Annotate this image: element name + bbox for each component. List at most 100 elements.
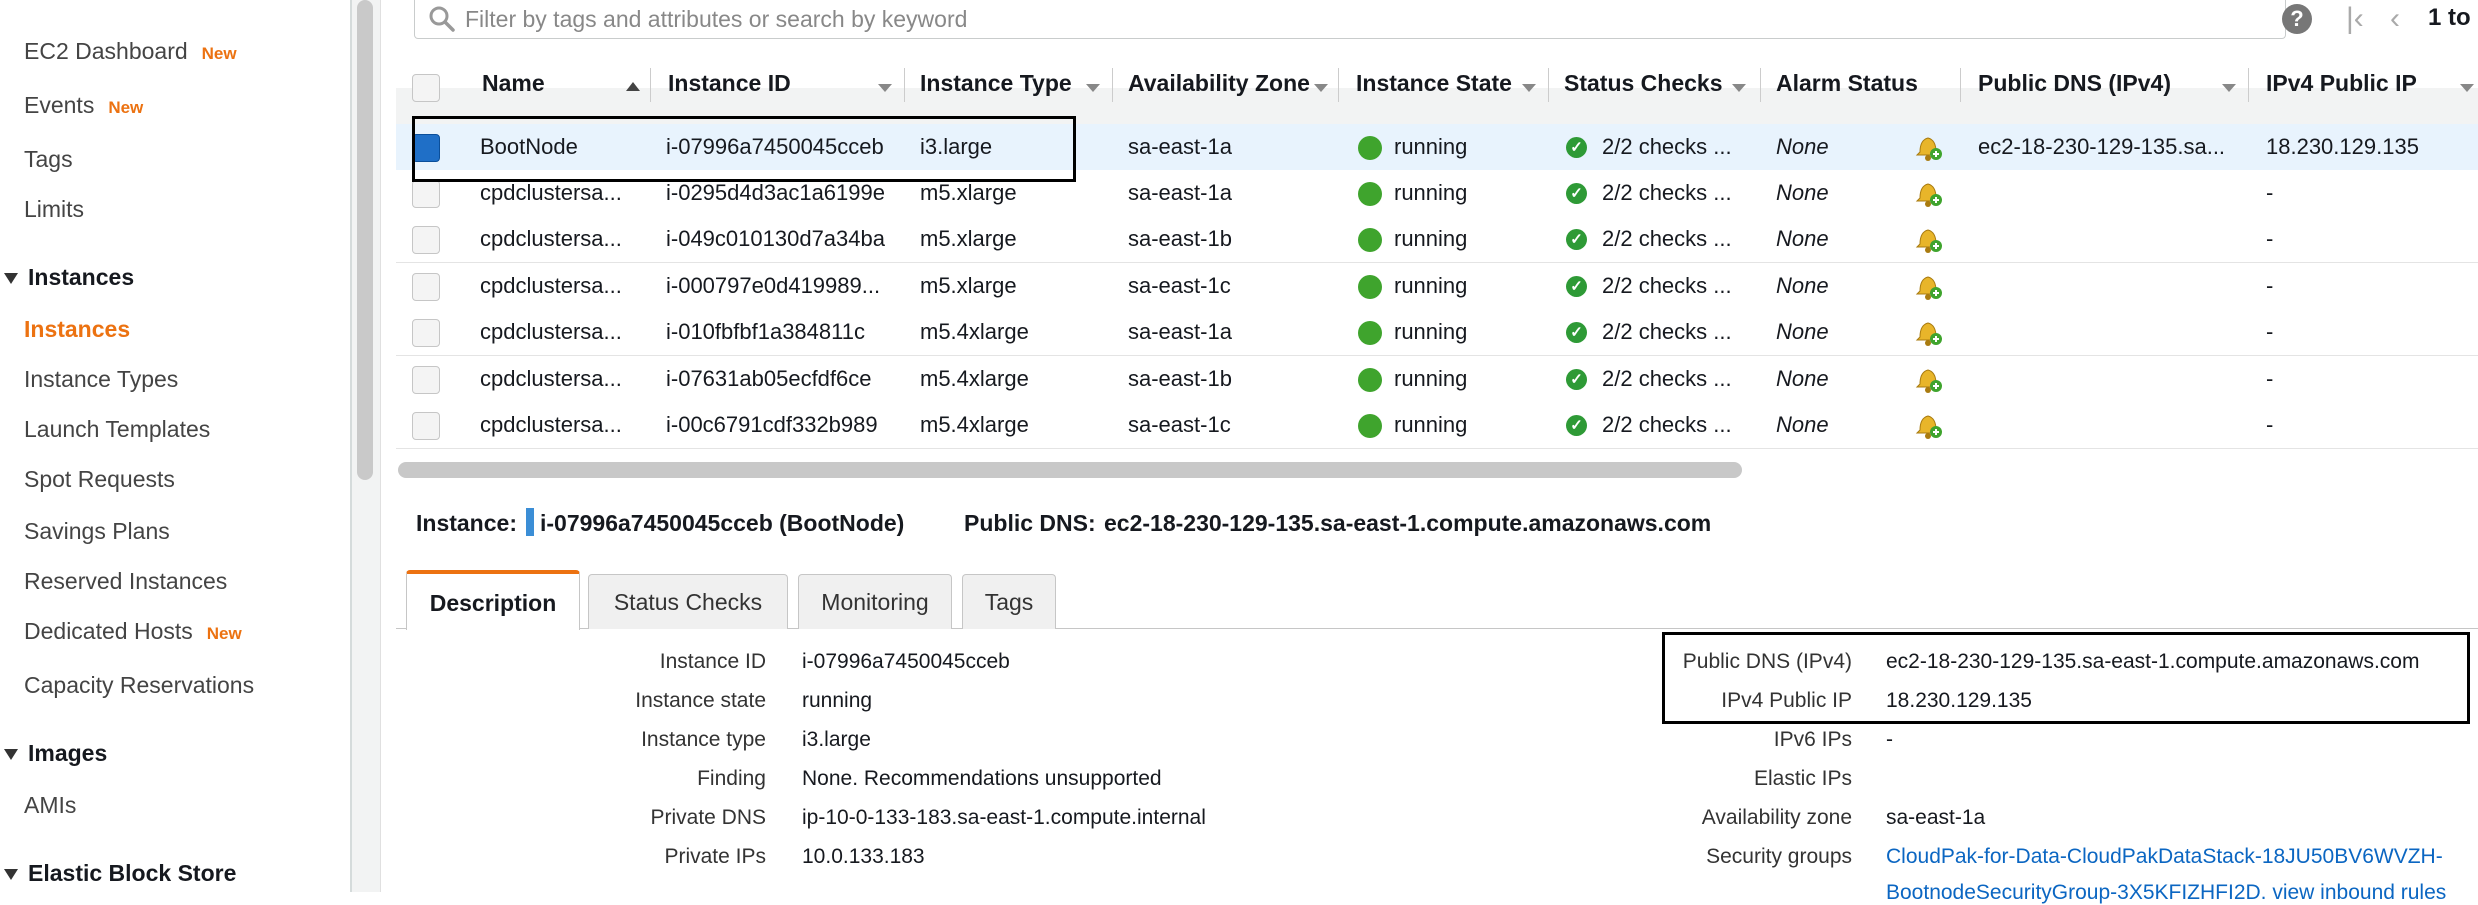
sort-icon[interactable] — [878, 84, 892, 92]
cell-availability-zone: sa-east-1b — [1128, 226, 1232, 251]
field-value: ip-10-0-133-183.sa-east-1.compute.intern… — [802, 806, 1206, 829]
sidebar-item-amis[interactable]: AMIs — [24, 792, 76, 819]
sort-icon[interactable] — [1732, 84, 1746, 92]
column-header-public-dns[interactable]: Public DNS (IPv4) — [1978, 70, 2171, 97]
cell-name: cpdclustersa... — [480, 412, 622, 437]
sidebar-item-instances[interactable]: Instances — [24, 316, 130, 343]
select-all-checkbox[interactable] — [412, 74, 440, 102]
column-header-status-checks[interactable]: Status Checks — [1564, 70, 1723, 97]
collapse-triangle-icon — [4, 749, 18, 761]
tab-status-checks[interactable]: Status Checks — [588, 574, 788, 629]
sidebar-item-instance-types[interactable]: Instance Types — [24, 366, 178, 393]
column-header-alarm-status[interactable]: Alarm Status — [1776, 70, 1918, 97]
row-checkbox[interactable] — [412, 180, 440, 208]
cell-status-checks[interactable]: 2/2 checks ... — [1602, 273, 1732, 299]
alarm-bell-icon[interactable] — [1914, 132, 1942, 162]
check-passed-icon: ✓ — [1566, 322, 1587, 343]
cell-instance-state: running — [1394, 273, 1468, 298]
column-header-instance-type[interactable]: Instance Type — [920, 70, 1072, 97]
sort-icon[interactable] — [1522, 84, 1536, 92]
alarm-bell-icon[interactable] — [1914, 271, 1942, 301]
row-checkbox[interactable] — [412, 226, 440, 254]
sidebar-item-dedicated-hosts[interactable]: Dedicated Hosts New — [24, 618, 242, 645]
tab-tags[interactable]: Tags — [962, 574, 1056, 629]
alarm-bell-icon[interactable] — [1914, 178, 1942, 208]
cell-alarm-status: None — [1776, 226, 1829, 251]
sidebar-item-limits[interactable]: Limits — [24, 196, 84, 223]
tab-description[interactable]: Description — [406, 570, 580, 630]
table-row[interactable]: cpdclustersa... i-07631ab05ecfdf6ce m5.4xl… — [396, 356, 2478, 403]
check-passed-icon: ✓ — [1566, 137, 1587, 158]
sidebar-section-instances[interactable]: Instances — [0, 264, 134, 291]
table-row[interactable]: cpdclustersa... i-010fbfbf1a384811c m5.4xl… — [396, 309, 2478, 356]
row-checkbox[interactable] — [412, 273, 440, 301]
running-status-icon — [1358, 182, 1382, 206]
row-checkbox[interactable] — [412, 412, 440, 440]
cell-alarm-status: None — [1776, 134, 1829, 159]
row-checkbox[interactable] — [412, 366, 440, 394]
view-inbound-rules-link[interactable]: BootnodeSecurityGroup-3X5KFIZHFI2D. view… — [1886, 881, 2446, 905]
column-header-availability-zone[interactable]: Availability Zone — [1128, 70, 1310, 97]
field-label: IPv6 IPs — [1773, 728, 1852, 751]
cell-instance-state: running — [1394, 226, 1468, 251]
sidebar-item-spot-requests[interactable]: Spot Requests — [24, 466, 175, 493]
sidebar-item-capacity-reservations[interactable]: Capacity Reservations — [24, 672, 254, 699]
cell-instance-id: i-07631ab05ecfdf6ce — [666, 366, 872, 391]
sort-icon[interactable] — [1314, 84, 1328, 92]
column-header-instance-state[interactable]: Instance State — [1356, 70, 1512, 97]
sidebar-scrollbar-thumb[interactable] — [357, 0, 373, 480]
field-value: sa-east-1a — [1886, 806, 1986, 829]
highlight-box-bootnode — [412, 116, 1076, 182]
cell-instance-type: m5.xlarge — [920, 180, 1017, 205]
cell-status-checks[interactable]: 2/2 checks ... — [1602, 226, 1732, 252]
sidebar-section-elastic-block-store[interactable]: Elastic Block Store — [0, 860, 236, 887]
column-header-name[interactable]: Name — [482, 70, 545, 97]
sidebar-item-ec2-dashboard[interactable]: EC2 Dashboard New — [24, 38, 237, 65]
field-value: running — [802, 689, 873, 712]
cell-instance-id: i-000797e0d419989... — [666, 273, 881, 298]
alarm-bell-icon[interactable] — [1914, 317, 1942, 347]
row-checkbox[interactable] — [412, 319, 440, 347]
sidebar-item-reserved-instances[interactable]: Reserved Instances — [24, 568, 227, 595]
cell-status-checks[interactable]: 2/2 checks ... — [1602, 319, 1732, 345]
cell-status-checks[interactable]: 2/2 checks ... — [1602, 180, 1732, 206]
sort-icon[interactable] — [1086, 84, 1100, 92]
table-horizontal-scrollbar-thumb[interactable] — [398, 462, 1742, 478]
sidebar-item-savings-plans[interactable]: Savings Plans — [24, 518, 170, 545]
cell-status-checks[interactable]: 2/2 checks ... — [1602, 366, 1732, 392]
sidebar-item-launch-templates[interactable]: Launch Templates — [24, 416, 210, 443]
sort-icon[interactable] — [2222, 84, 2236, 92]
cell-alarm-status: None — [1776, 366, 1829, 391]
cell-ipv4-public-ip: - — [2266, 180, 2274, 205]
sidebar-section-images[interactable]: Images — [0, 740, 107, 767]
sort-asc-icon[interactable] — [626, 82, 640, 91]
column-header-ipv4-public-ip[interactable]: IPv4 Public IP — [2266, 70, 2417, 97]
alarm-bell-icon[interactable] — [1914, 364, 1942, 394]
cell-status-checks[interactable]: 2/2 checks ... — [1602, 412, 1732, 438]
field-label: Instance type — [641, 728, 766, 751]
running-status-icon — [1358, 275, 1382, 299]
cell-availability-zone: sa-east-1b — [1128, 366, 1232, 391]
table-row[interactable]: cpdclustersa... i-049c010130d7a34ba m5.xla… — [396, 216, 2478, 263]
security-group-link[interactable]: CloudPak-for-Data-CloudPakDataStack-18JU… — [1886, 845, 2443, 869]
prev-page-icon[interactable]: ‹ — [2390, 2, 2400, 36]
sidebar-item-events[interactable]: Events New — [24, 92, 143, 119]
table-row[interactable]: cpdclustersa... i-000797e0d419989... m5.xl… — [396, 263, 2478, 310]
first-page-icon[interactable]: |‹ — [2346, 2, 2364, 36]
new-badge: New — [206, 624, 242, 643]
alarm-bell-icon[interactable] — [1914, 224, 1942, 254]
column-header-instance-id[interactable]: Instance ID — [668, 70, 791, 97]
running-status-icon — [1358, 368, 1382, 392]
cell-alarm-status: None — [1776, 319, 1829, 344]
sidebar: EC2 Dashboard New Events New Tags Limits I… — [0, 0, 352, 892]
cell-status-checks[interactable]: 2/2 checks ... — [1602, 134, 1732, 160]
table-row[interactable]: cpdclustersa... i-00c6791cdf332b989 m5.4xl… — [396, 402, 2478, 449]
tab-monitoring[interactable]: Monitoring — [798, 574, 952, 629]
help-icon[interactable]: ? — [2282, 4, 2312, 34]
alarm-bell-icon[interactable] — [1914, 410, 1942, 440]
sort-icon[interactable] — [2460, 84, 2474, 92]
highlight-box-public-dns — [1662, 632, 2470, 724]
search-input[interactable]: Filter by tags and attributes or search … — [414, 0, 2286, 39]
field-value: - — [1886, 728, 1893, 751]
sidebar-item-tags[interactable]: Tags — [24, 146, 73, 173]
